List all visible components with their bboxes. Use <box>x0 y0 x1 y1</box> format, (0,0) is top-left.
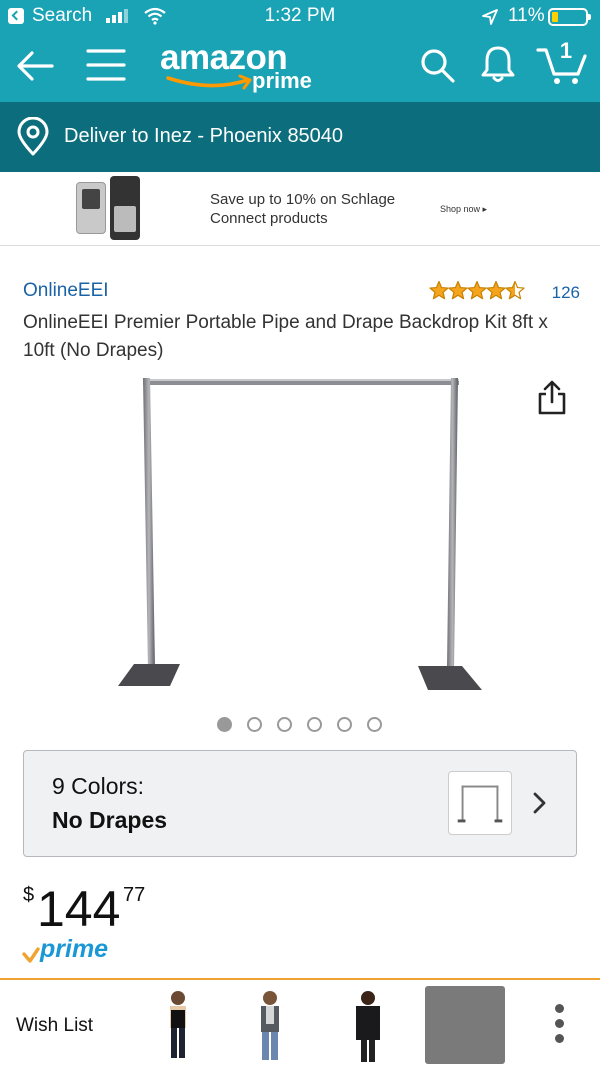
ad-text: Save up to 10% on Schlage Connect produc… <box>210 191 396 227</box>
star-rating[interactable] <box>429 280 529 302</box>
rating-count-link[interactable]: 126 <box>540 283 580 303</box>
pager-dot[interactable] <box>247 717 262 732</box>
deliver-to-text: Deliver to Inez - Phoenix 85040 <box>64 125 344 147</box>
status-bar: Search 1:32 PM 11% <box>0 0 600 34</box>
star-icon <box>486 280 506 300</box>
star-icon <box>448 280 468 300</box>
related-item-thumbnail[interactable] <box>240 986 300 1064</box>
related-item-thumbnail[interactable] <box>425 986 505 1064</box>
star-icon <box>429 280 449 300</box>
battery-icon <box>548 8 591 26</box>
chevron-right-icon <box>533 792 546 814</box>
location-pin-icon <box>17 117 49 156</box>
menu-icon[interactable] <box>86 47 126 83</box>
product-title: OnlineEEI Premier Portable Pipe and Drap… <box>23 312 548 361</box>
product-image[interactable] <box>110 370 500 700</box>
more-options-icon[interactable] <box>544 1002 574 1046</box>
price-whole: 144 <box>37 881 121 937</box>
smart-lock-image <box>76 182 106 234</box>
prime-label: prime <box>40 935 109 963</box>
prime-badge: prime <box>22 935 132 969</box>
variant-selector[interactable]: 9 Colors: No Drapes <box>23 750 577 857</box>
search-icon[interactable] <box>420 48 456 84</box>
deliver-to-bar[interactable]: Deliver to Inez - Phoenix 85040 <box>0 102 600 172</box>
sponsored-ad-banner[interactable]: Save up to 10% on Schlage Connect produc… <box>0 172 600 246</box>
smart-lock-image <box>110 176 140 240</box>
wish-list-link[interactable]: Wish List <box>16 1015 93 1037</box>
battery-percent: 11% <box>508 5 545 26</box>
price-fraction: 77 <box>123 884 146 906</box>
ad-shop-now-link[interactable]: Shop now ▸ <box>440 204 487 215</box>
pager-dot[interactable] <box>217 717 232 732</box>
price: $ 144 77 <box>23 880 223 940</box>
location-arrow-icon <box>482 9 498 25</box>
cart-count-badge[interactable]: 1 <box>556 38 576 64</box>
top-nav: amazon prime 1 <box>0 34 600 102</box>
pager-dot[interactable] <box>307 717 322 732</box>
star-icon <box>467 280 487 300</box>
brand-link[interactable]: OnlineEEI <box>23 280 109 302</box>
bottom-strip: Wish List <box>0 980 600 1067</box>
variant-value: No Drapes <box>52 807 168 833</box>
related-item-thumbnail[interactable] <box>150 986 210 1064</box>
logo-smile-icon <box>166 74 252 90</box>
back-arrow-icon[interactable] <box>16 50 54 82</box>
share-icon[interactable] <box>536 380 568 416</box>
variant-thumbnail <box>448 771 512 835</box>
pager-dot[interactable] <box>337 717 352 732</box>
pager-dot[interactable] <box>277 717 292 732</box>
related-item-thumbnail[interactable] <box>338 986 398 1064</box>
logo-prime-word: prime <box>252 68 312 93</box>
amazon-prime-logo[interactable]: amazon prime <box>160 38 330 98</box>
price-currency: $ <box>23 884 35 906</box>
pager-dot[interactable] <box>367 717 382 732</box>
bell-icon[interactable] <box>480 44 516 84</box>
variant-label: 9 Colors: <box>52 773 145 799</box>
image-pager[interactable] <box>215 717 385 735</box>
prime-check-icon <box>22 947 40 963</box>
star-icon <box>505 280 525 300</box>
